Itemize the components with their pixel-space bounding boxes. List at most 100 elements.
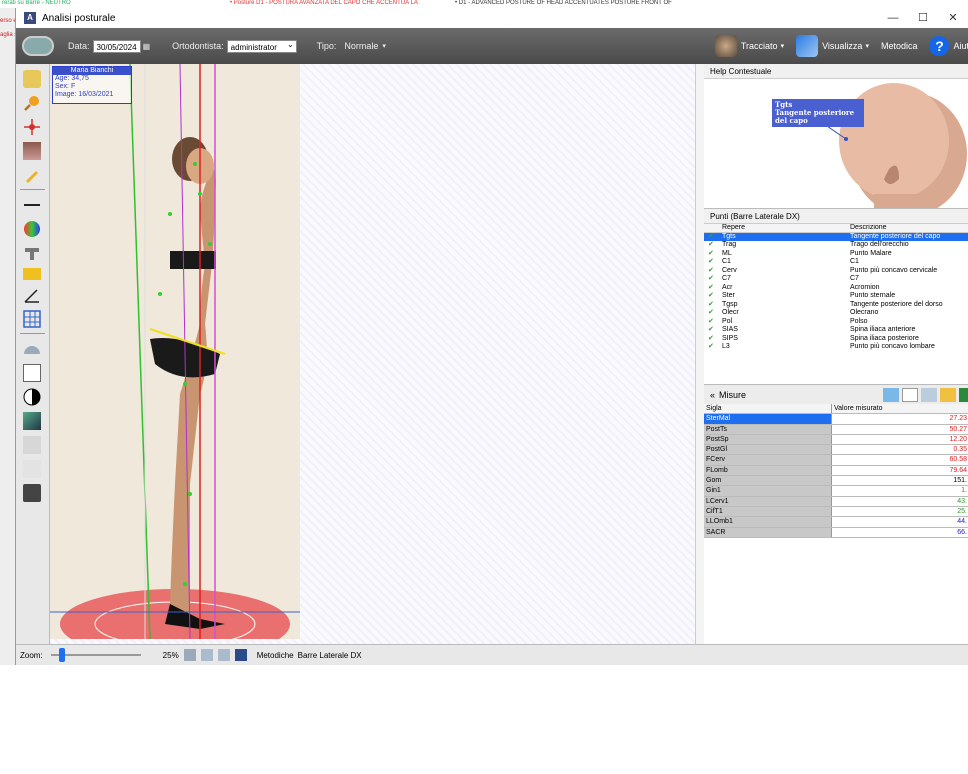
measure-row[interactable]: SACR 66. bbox=[704, 527, 968, 538]
tipo-select[interactable]: Normale bbox=[344, 41, 378, 51]
calendar-icon[interactable]: ▦ bbox=[143, 42, 151, 51]
zoom-slider-thumb[interactable] bbox=[58, 648, 65, 662]
chart-icon[interactable] bbox=[883, 387, 899, 402]
ruler-icon[interactable] bbox=[23, 244, 41, 262]
point-row[interactable]: ✔ L3 Punto più concavo lombare bbox=[704, 343, 968, 352]
zoom-slider[interactable] bbox=[50, 648, 141, 662]
fullscreen-icon[interactable] bbox=[234, 649, 247, 661]
protractor-icon[interactable] bbox=[23, 340, 41, 358]
check-icon: ✔ bbox=[708, 249, 714, 257]
minimize-button[interactable]: — bbox=[878, 8, 908, 28]
point-row[interactable]: ✔ Tgsp Tangente posteriore del dorso bbox=[704, 301, 968, 310]
point-description: Spina iliaca anteriore bbox=[850, 326, 916, 333]
calculator-icon[interactable] bbox=[23, 484, 41, 502]
zoom-in-icon[interactable] bbox=[217, 649, 230, 661]
copy-icon[interactable] bbox=[23, 460, 41, 478]
points-list[interactable]: Repere Descrizione ✔ Tgts Tangente posteri… bbox=[704, 224, 968, 384]
color-picker-icon[interactable] bbox=[23, 220, 41, 238]
orthodontist-select[interactable]: administrator bbox=[226, 38, 297, 53]
column-header[interactable]: Valore misurato bbox=[832, 404, 968, 414]
help-panel-title: Help Contestuale bbox=[704, 64, 968, 79]
measure-row[interactable]: PostGl 0.35 bbox=[704, 445, 968, 456]
point-row[interactable]: ✔ SIAS Spina iliaca anteriore bbox=[704, 326, 968, 335]
posture-tracing bbox=[50, 64, 300, 639]
check-icon: ✔ bbox=[708, 275, 714, 282]
contrast-icon[interactable] bbox=[23, 388, 41, 406]
measure-code: LCerv1 bbox=[704, 496, 832, 506]
date-field[interactable]: 30/05/2024 bbox=[92, 39, 141, 53]
aiuto-button[interactable]: ? Aiut bbox=[929, 36, 968, 56]
link-icon[interactable] bbox=[921, 387, 937, 402]
point-row[interactable]: ✔ Tgts Tangente posteriore del capo bbox=[704, 232, 968, 241]
point-description: Punto più concavo cervicale bbox=[850, 266, 938, 274]
measure-code: FCerv bbox=[704, 455, 832, 465]
point-code: SIAS bbox=[722, 326, 738, 333]
patient-age: Age: 34,75 bbox=[55, 75, 89, 82]
measure-row[interactable]: FCerv 60.58 bbox=[704, 455, 968, 466]
view-icon bbox=[796, 35, 819, 57]
column-header[interactable]: Descrizione bbox=[850, 224, 887, 232]
line-tool-icon[interactable] bbox=[23, 196, 41, 214]
background-text: • Posture D1 - POSTURA AVANZATA DEL CAPO… bbox=[230, 0, 418, 6]
point-row[interactable]: ✔ Pol Polso bbox=[704, 318, 968, 327]
grid-icon[interactable] bbox=[23, 310, 41, 328]
point-row[interactable]: ✔ C1 C1 bbox=[704, 258, 968, 267]
zoom-icon[interactable] bbox=[23, 94, 41, 112]
point-description: Punto più concavo lombare bbox=[850, 343, 935, 350]
point-row[interactable]: ✔ Trag Trago dell'orecchio bbox=[704, 241, 968, 250]
measures-header: « Misure bbox=[704, 384, 968, 404]
image-canvas[interactable]: Maria Bianchi Age: 34,75 Sex: F Image: 1… bbox=[50, 64, 695, 644]
title-bar: A Analisi posturale — ☐ ✕ bbox=[16, 8, 968, 28]
measure-row[interactable]: Gom 151. bbox=[704, 476, 968, 487]
point-code: C7 bbox=[722, 275, 731, 282]
measures-table[interactable]: Sigla Valore misurato SterMal 27.23 PostTs… bbox=[704, 404, 968, 774]
collapse-icon[interactable]: « bbox=[710, 390, 715, 400]
point-row[interactable]: ✔ Olecr Olecrano bbox=[704, 309, 968, 318]
zoom-fit-icon[interactable] bbox=[183, 649, 196, 661]
measure-value: 50.27 bbox=[832, 424, 968, 434]
label-icon[interactable] bbox=[23, 268, 41, 280]
tracciato-button[interactable]: Tracciato ▾ bbox=[714, 35, 784, 57]
measure-row[interactable]: FLomb 79.64 bbox=[704, 465, 968, 477]
move-points-icon[interactable] bbox=[23, 118, 41, 136]
pencil-icon[interactable] bbox=[23, 166, 41, 184]
point-row[interactable]: ✔ C7 C7 bbox=[704, 275, 968, 284]
measure-row[interactable]: Gin1 1. bbox=[704, 486, 968, 497]
method-label: Metodiche bbox=[256, 650, 294, 660]
column-header[interactable]: Repere bbox=[722, 224, 850, 232]
point-row[interactable]: ✔ Cerv Punto più concavo cervicale bbox=[704, 267, 968, 276]
measure-row[interactable]: PostTs 50.27 bbox=[704, 424, 968, 435]
close-button[interactable]: ✕ bbox=[938, 8, 968, 28]
image-adjust-icon[interactable] bbox=[23, 412, 41, 430]
date-label: Data: bbox=[68, 41, 90, 51]
point-row[interactable]: ✔ SIPS Spina iliaca posteriore bbox=[704, 335, 968, 344]
point-row[interactable]: ✔ Ster Punto sternale bbox=[704, 292, 968, 301]
zoom-out-icon[interactable] bbox=[200, 649, 213, 661]
measure-row[interactable]: SterMal 27.23 bbox=[704, 414, 968, 425]
compare-icon[interactable] bbox=[23, 364, 41, 382]
background-window-edge: erso e aglia s bbox=[0, 8, 17, 665]
export-icon[interactable] bbox=[23, 436, 41, 454]
measure-row[interactable]: LCerv1 43. bbox=[704, 496, 968, 507]
lock-icon[interactable] bbox=[23, 70, 41, 88]
metodica-button[interactable]: Metodica bbox=[881, 41, 918, 51]
help-image: Tgts Tangente posteriore del capo bbox=[704, 79, 968, 209]
blank-sheet-icon[interactable] bbox=[902, 387, 918, 402]
measure-row[interactable]: PostSp 12.20 bbox=[704, 434, 968, 446]
method-value: Barre Laterale DX bbox=[297, 650, 362, 660]
angle-icon[interactable] bbox=[23, 286, 41, 304]
point-row[interactable]: ✔ Acr Acromion bbox=[704, 284, 968, 293]
photo-icon[interactable] bbox=[23, 142, 41, 160]
point-row[interactable]: ✔ ML Punto Malare bbox=[704, 250, 968, 259]
measure-row[interactable]: CifT1 25. bbox=[704, 506, 968, 518]
right-panel: Help Contestuale Tgts Tangente posterior… bbox=[704, 64, 968, 774]
chevron-down-icon[interactable]: ▾ bbox=[382, 42, 386, 50]
visualizza-button[interactable]: Visualizza ▾ bbox=[796, 35, 869, 57]
excel-icon[interactable] bbox=[959, 387, 968, 402]
maximize-button[interactable]: ☐ bbox=[908, 8, 938, 28]
measure-code: PostGl bbox=[704, 445, 832, 455]
column-header[interactable]: Sigla bbox=[704, 404, 832, 414]
folder-icon[interactable] bbox=[940, 387, 956, 402]
measure-row[interactable]: LLOmb1 44. bbox=[704, 517, 968, 528]
measure-code: Gom bbox=[704, 476, 832, 486]
